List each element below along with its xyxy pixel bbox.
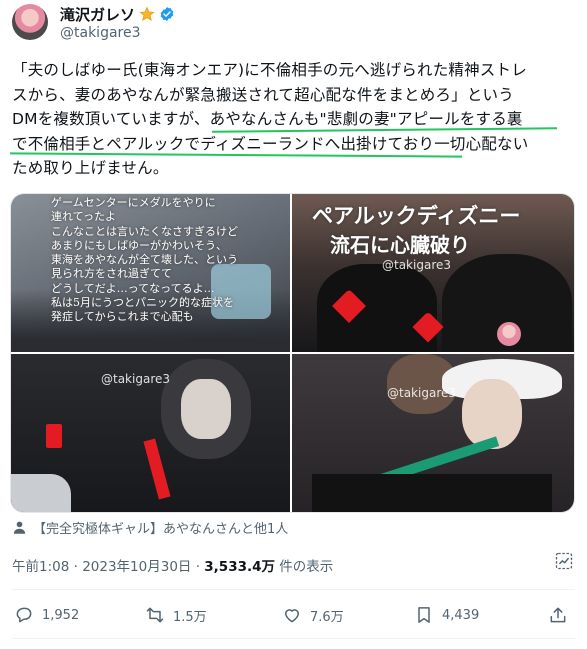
media-image-4[interactable]: @takigare3 — [292, 354, 574, 512]
retweet-icon — [146, 607, 164, 623]
author-display-name[interactable]: 滝沢ガレソ — [60, 4, 135, 25]
tweet-meta: 午前1:08 · 2023年10月30日 · 3,533.4万 件の表示 — [12, 555, 333, 575]
watermark: @takigare3 — [101, 372, 170, 386]
reply-button[interactable]: 1,952 — [14, 600, 79, 630]
reply-icon — [16, 607, 32, 623]
share-icon — [550, 607, 566, 623]
share-button[interactable] — [548, 600, 568, 630]
watermark: @takigare3 — [382, 258, 451, 272]
heart-icon — [285, 609, 299, 623]
media-image-2[interactable]: ペアルックディズニー 流石に心臓破り @takigare3 — [292, 194, 574, 352]
retweet-count: 1.5万 — [173, 609, 207, 625]
analytics-icon[interactable] — [554, 551, 574, 571]
tweet-timestamp[interactable]: 午前1:08 · 2023年10月30日 · — [12, 559, 204, 575]
verified-icon — [160, 7, 174, 21]
retweet-button[interactable]: 1.5万 — [145, 600, 207, 630]
person-icon — [13, 521, 26, 534]
tagged-users-label: 【完全究極体ギャル】あやなんさんと他1人 — [33, 522, 289, 537]
bookmark-button[interactable]: 4,439 — [414, 600, 479, 630]
media-image-1[interactable]: ゲームセンターにメダルをやりに 連れてったよ こんなことは言いたくなさすぎるけど… — [11, 194, 290, 352]
views-count: 3,533.4万 — [204, 559, 276, 575]
media-caption: ペアルックディズニー — [312, 203, 521, 228]
tweet-text: 「夫のしばゆー氏(東海オンエア)に不倫相手の元へ逃げられた精神ストレ スから、妻… — [12, 58, 578, 181]
views-label: 件の表示 — [275, 559, 334, 575]
tweet-line: スから、妻のあやなんが緊急搬送されて超心配な件をまとめろ」という — [12, 85, 514, 104]
media-grid[interactable]: ゲームセンターにメダルをやりに 連れてったよ こんなことは言いたくなさすぎるけど… — [10, 193, 575, 513]
like-button[interactable]: 7.6万 — [282, 600, 344, 630]
bookmark-count: 4,439 — [442, 607, 480, 623]
bookmark-icon — [418, 607, 430, 623]
avatar[interactable] — [12, 4, 48, 40]
star-emoji-icon — [139, 6, 155, 22]
avatar-sticker — [497, 322, 521, 346]
action-bar: 1,952 1.5万 7.6万 4,439 — [10, 600, 580, 630]
like-count: 7.6万 — [310, 609, 344, 625]
author-name-row: 滝沢ガレソ — [60, 4, 175, 24]
watermark: @takigare3 — [387, 386, 456, 400]
media-caption: 流石に心臓破り — [330, 233, 470, 257]
divider — [12, 638, 575, 639]
tweet-line: 「夫のしばゆー氏(東海オンエア)に不倫相手の元へ逃げられた精神ストレ — [12, 61, 527, 79]
tagged-users[interactable]: 【完全究極体ギャル】あやなんさんと他1人 — [12, 518, 288, 537]
reply-count: 1,952 — [42, 607, 80, 623]
tweet-line: ため取り上げません。 — [12, 159, 169, 177]
author-handle[interactable]: @takigare3 — [60, 25, 141, 41]
media-image-3[interactable]: @takigare3 — [11, 354, 290, 512]
media-caption: ゲームセンターにメダルをやりに 連れてったよ こんなことは言いたくなさすぎるけど… — [51, 196, 238, 324]
divider — [12, 589, 575, 590]
